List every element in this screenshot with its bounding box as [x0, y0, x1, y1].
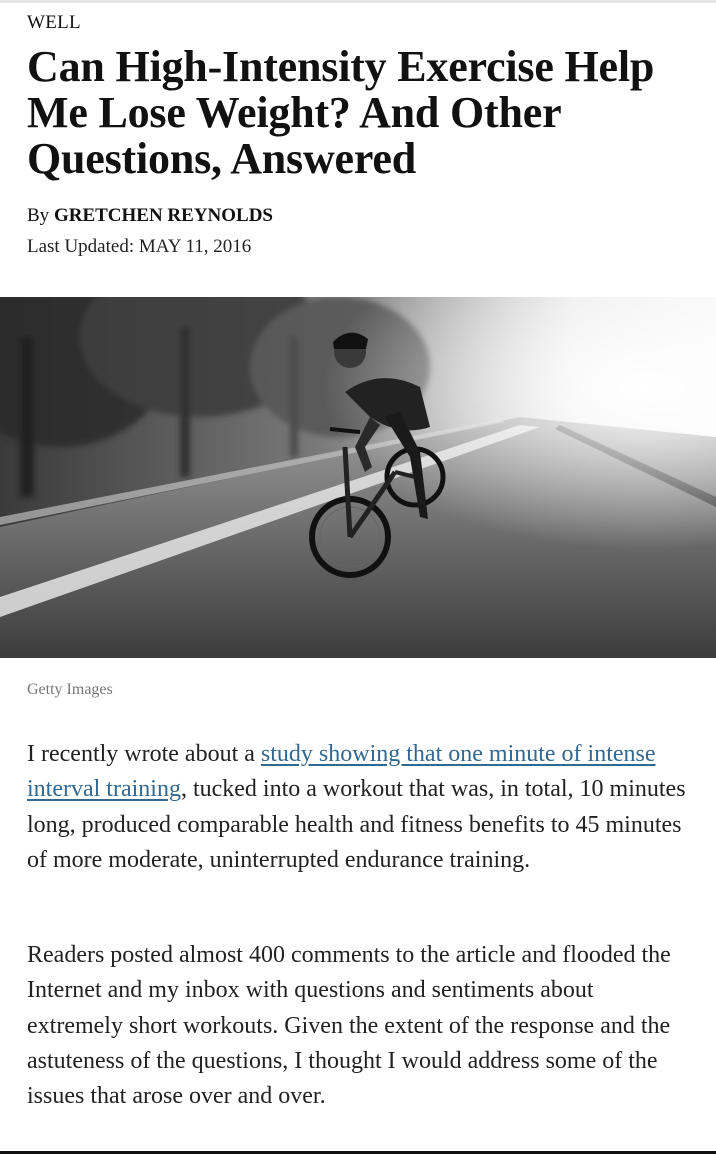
hero-image-cyclist [0, 297, 716, 658]
article-paragraph-1: I recently wrote about a study showing t… [27, 737, 692, 878]
byline-prefix: By [27, 205, 54, 226]
last-updated-date: Last Updated: MAY 11, 2016 [27, 236, 252, 257]
article-headline: Can High-Intensity Exercise Help Me Lose… [27, 42, 655, 183]
cyclist-photo [0, 297, 716, 658]
image-credit: Getty Images [27, 681, 113, 698]
section-label[interactable]: WELL [27, 12, 81, 34]
byline: By GRETCHEN REYNOLDS [27, 205, 273, 227]
article-paragraph-2: Readers posted almost 400 comments to th… [27, 942, 671, 1110]
author-name[interactable]: GRETCHEN REYNOLDS [54, 205, 273, 226]
top-divider [0, 0, 716, 3]
paragraph-1-intro: I recently wrote about a [27, 741, 261, 767]
